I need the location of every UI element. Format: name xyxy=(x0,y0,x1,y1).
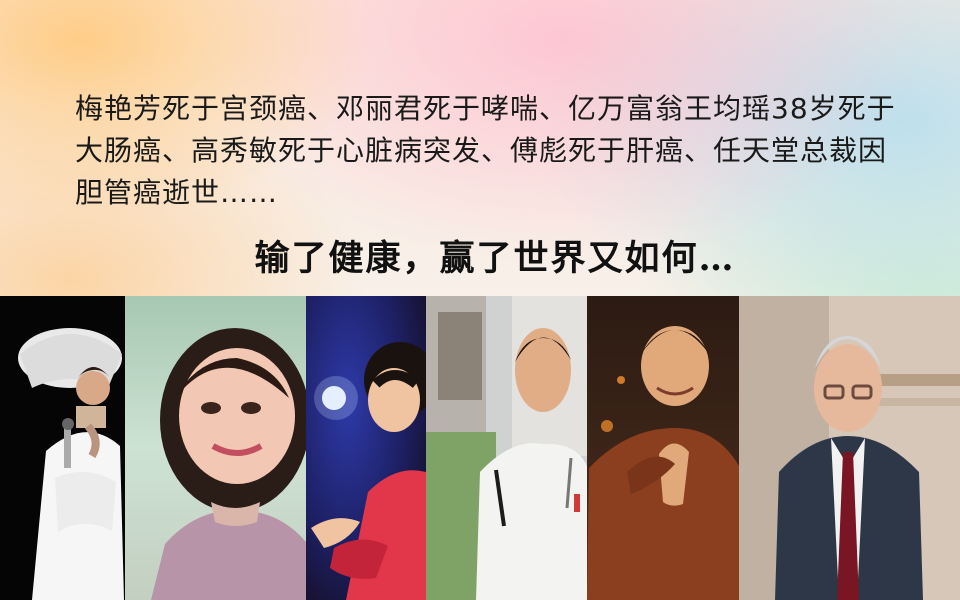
portrait-photo-3 xyxy=(306,296,426,600)
photo-strip xyxy=(0,296,960,600)
portrait-photo-1 xyxy=(0,296,125,600)
slide-paragraph: 梅艳芳死于宫颈癌、邓丽君死于哮喘、亿万富翁王均瑶38岁死于大肠癌、高秀敏死于心脏… xyxy=(75,92,896,209)
portrait-photo-5 xyxy=(587,296,739,600)
slide-headline: 输了健康，赢了世界又如何… xyxy=(254,238,736,279)
portrait-photo-2 xyxy=(125,296,306,600)
portrait-photo-4 xyxy=(426,296,587,600)
portrait-photo-6 xyxy=(739,296,960,600)
